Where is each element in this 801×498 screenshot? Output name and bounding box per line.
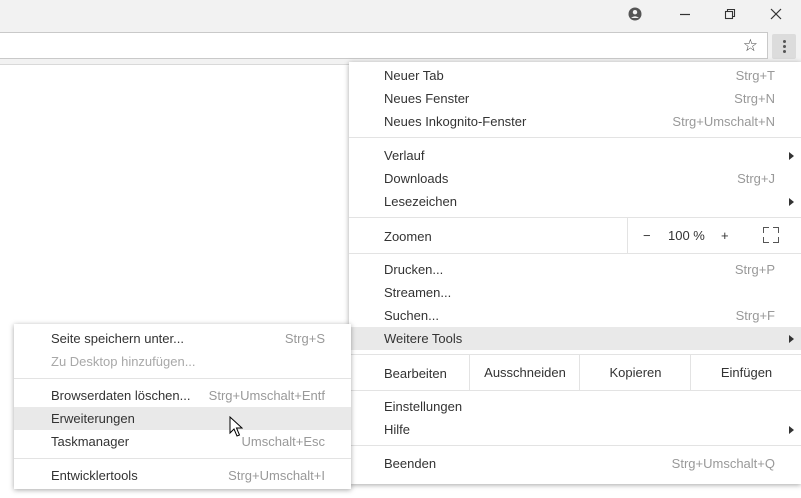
menu-item-clear-browsing-data[interactable]: Browserdaten löschen... Strg+Umschalt+En… <box>14 384 351 407</box>
menu-item-help[interactable]: Hilfe <box>349 418 801 441</box>
menu-item-shortcut: Strg+Umschalt+N <box>672 114 775 129</box>
menu-item-label: Hilfe <box>384 422 411 437</box>
menu-item-shortcut: Strg+Umschalt+Entf <box>208 388 325 403</box>
menu-item-shortcut: Strg+J <box>737 171 775 186</box>
menu-item-shortcut: Strg+S <box>284 331 325 346</box>
submenu-arrow-icon <box>789 198 794 206</box>
menu-separator <box>349 137 801 138</box>
menu-item-extensions[interactable]: Erweiterungen <box>14 407 351 430</box>
copy-button[interactable]: Kopieren <box>579 355 691 390</box>
menu-item-bookmarks[interactable]: Lesezeichen <box>349 190 801 213</box>
menu-item-shortcut: Umschalt+Esc <box>241 434 325 449</box>
menu-item-find[interactable]: Suchen... Strg+F <box>349 304 801 327</box>
menu-item-task-manager[interactable]: Taskmanager Umschalt+Esc <box>14 430 351 453</box>
menu-separator <box>14 378 351 379</box>
address-bar[interactable]: ☆ <box>0 32 768 59</box>
menu-item-downloads[interactable]: Downloads Strg+J <box>349 167 801 190</box>
menu-item-developer-tools[interactable]: Entwicklertools Strg+Umschalt+I <box>14 464 351 487</box>
menu-item-label: Erweiterungen <box>51 411 135 426</box>
menu-separator <box>349 253 801 254</box>
zoom-label: Zoomen <box>384 229 432 244</box>
submenu-arrow-icon <box>789 335 794 343</box>
menu-item-more-tools[interactable]: Weitere Tools <box>349 327 801 350</box>
menu-edit-row: Bearbeiten Ausschneiden Kopieren Einfüge… <box>349 355 801 390</box>
toolbar: ☆ <box>0 28 801 65</box>
menu-item-shortcut: Strg+T <box>735 68 775 83</box>
menu-item-label: Taskmanager <box>51 434 130 449</box>
close-icon[interactable] <box>756 0 796 28</box>
menu-item-label: Browserdaten löschen... <box>51 388 191 403</box>
kebab-menu-icon[interactable] <box>772 34 796 59</box>
menu-item-new-incognito-window[interactable]: Neues Inkognito-Fenster Strg+Umschalt+N <box>349 110 801 133</box>
zoom-in-button[interactable]: + <box>721 228 729 243</box>
paste-button[interactable]: Einfügen <box>690 355 801 390</box>
menu-item-label: Neues Fenster <box>384 91 470 106</box>
minimize-icon[interactable] <box>665 0 705 28</box>
menu-item-label: Streamen... <box>384 285 452 300</box>
menu-item-history[interactable]: Verlauf <box>349 144 801 167</box>
menu-item-label: Neuer Tab <box>384 68 444 83</box>
menu-item-label: Neues Inkognito-Fenster <box>384 114 527 129</box>
menu-item-new-window[interactable]: Neues Fenster Strg+N <box>349 87 801 110</box>
edit-label: Bearbeiten <box>384 366 447 381</box>
menu-item-shortcut: Strg+N <box>734 91 775 106</box>
menu-item-save-page[interactable]: Seite speichern unter... Strg+S <box>14 327 351 350</box>
menu-item-print[interactable]: Drucken... Strg+P <box>349 258 801 281</box>
submenu-arrow-icon <box>789 426 794 434</box>
star-icon[interactable]: ☆ <box>743 36 758 56</box>
more-tools-submenu: Seite speichern unter... Strg+S Zu Deskt… <box>14 324 351 489</box>
menu-item-shortcut: Strg+P <box>734 262 775 277</box>
cut-button[interactable]: Ausschneiden <box>469 355 580 390</box>
menu-item-shortcut: Strg+F <box>735 308 775 323</box>
browser-main-menu: Neuer Tab Strg+T Neues Fenster Strg+N Ne… <box>349 62 801 484</box>
menu-item-label: Seite speichern unter... <box>51 331 184 346</box>
menu-item-label: Downloads <box>384 171 449 186</box>
menu-item-label: Entwicklertools <box>51 468 138 483</box>
menu-item-new-tab[interactable]: Neuer Tab Strg+T <box>349 64 801 87</box>
menu-separator <box>349 390 801 391</box>
menu-item-shortcut: Strg+Umschalt+Q <box>671 456 775 471</box>
account-circle-icon[interactable] <box>615 0 655 28</box>
menu-item-label: Einstellungen <box>384 399 463 414</box>
menu-item-shortcut: Strg+Umschalt+I <box>228 468 325 483</box>
submenu-arrow-icon <box>789 152 794 160</box>
menu-item-label: Lesezeichen <box>384 194 457 209</box>
menu-item-settings[interactable]: Einstellungen <box>349 395 801 418</box>
title-bar <box>0 0 801 28</box>
mouse-pointer-icon <box>229 415 244 441</box>
zoom-out-button[interactable]: − <box>643 228 651 243</box>
zoom-controls: − 100 % + <box>627 218 801 253</box>
menu-item-label: Suchen... <box>384 308 439 323</box>
menu-separator <box>14 458 351 459</box>
menu-item-label: Beenden <box>384 456 437 471</box>
zoom-level: 100 % <box>668 228 705 243</box>
menu-item-cast[interactable]: Streamen... <box>349 281 801 304</box>
menu-item-exit[interactable]: Beenden Strg+Umschalt+Q <box>349 452 801 475</box>
menu-item-label: Drucken... <box>384 262 444 277</box>
menu-item-label: Zu Desktop hinzufügen... <box>51 354 196 369</box>
menu-item-label: Verlauf <box>384 148 425 163</box>
restore-icon[interactable] <box>710 0 750 28</box>
menu-zoom-row: Zoomen − 100 % + <box>349 218 801 253</box>
menu-separator <box>349 445 801 446</box>
fullscreen-icon[interactable] <box>763 227 779 243</box>
menu-item-add-to-desktop: Zu Desktop hinzufügen... <box>14 350 351 373</box>
menu-item-label: Weitere Tools <box>384 331 463 346</box>
